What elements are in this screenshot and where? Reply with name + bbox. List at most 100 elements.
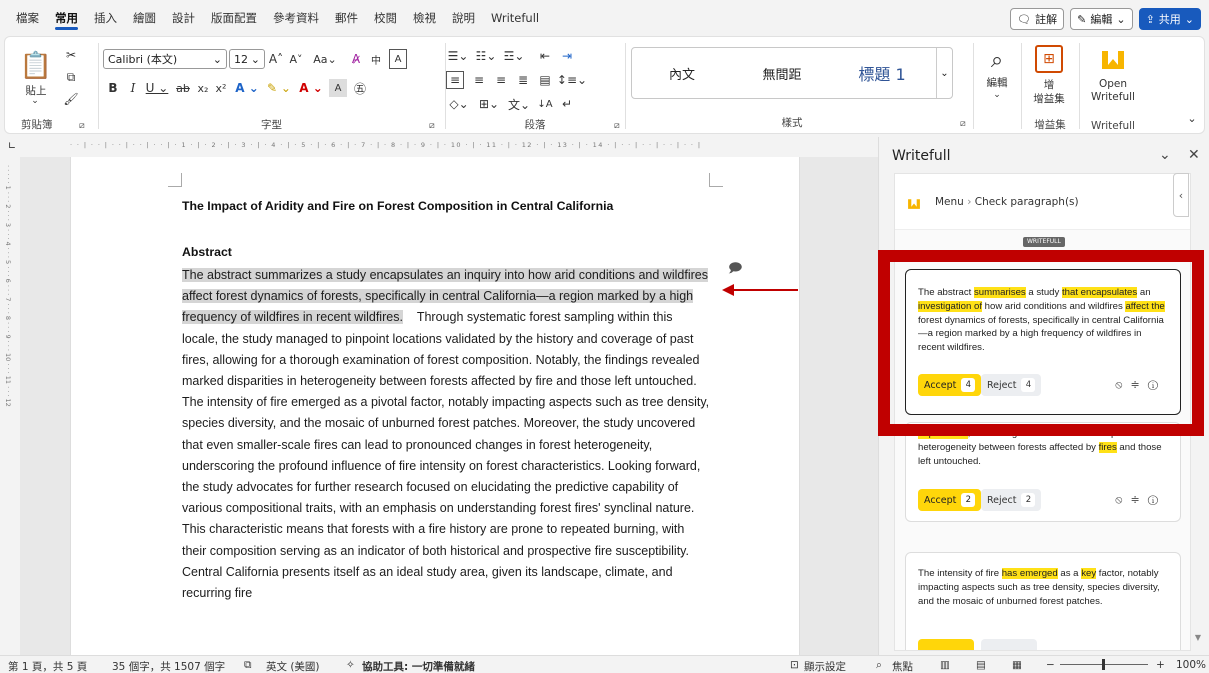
tab-5[interactable]: 版面配置 (203, 0, 265, 36)
page-count[interactable]: 第 1 頁，共 5 頁 (8, 659, 87, 673)
collapse-panel-button[interactable]: ‹ (1173, 173, 1189, 217)
dialog-launcher-icon[interactable]: ⧄ (960, 119, 966, 129)
ignore-icon[interactable]: ⦸ (1115, 493, 1130, 506)
addins-button-top[interactable]: 增 (1031, 77, 1067, 91)
proofing-icon[interactable]: ⧉ (244, 659, 252, 672)
style-heading-1[interactable]: 標題 1 (832, 48, 932, 98)
editing-button[interactable]: 編輯 (979, 75, 1015, 89)
accessibility-status[interactable]: 協助工具: 一切準備就緒 (362, 659, 475, 673)
clear-formatting-icon[interactable]: A̷ (347, 49, 365, 69)
zoom-slider-thumb[interactable] (1102, 659, 1105, 670)
dialog-launcher-icon[interactable]: ⧄ (429, 121, 435, 131)
strikethrough-icon[interactable]: ab (173, 79, 193, 97)
display-settings[interactable]: 顯示設定 (804, 659, 846, 673)
document-title[interactable]: The Impact of Aridity and Fire on Forest… (182, 199, 613, 213)
subscript-icon[interactable]: x₂ (195, 79, 211, 97)
character-border-icon[interactable]: A (389, 49, 407, 69)
reject-button[interactable]: Reject 2 (981, 489, 1042, 511)
change-case-icon[interactable]: Aa⌄ (309, 49, 341, 69)
italic-icon[interactable]: I (125, 79, 141, 97)
tab-7[interactable]: 郵件 (327, 0, 366, 36)
decrease-indent-icon[interactable]: ⇤ (536, 47, 554, 65)
zoom-in-icon[interactable]: + (1156, 659, 1165, 671)
grow-font-icon[interactable]: A˄ (267, 49, 285, 69)
tab-9[interactable]: 檢視 (405, 0, 444, 36)
open-writefull-button[interactable]: Open Writefull (1081, 77, 1145, 105)
borders-icon[interactable]: ⊞⌄ (476, 95, 502, 113)
format-painter-icon[interactable]: 🖌 (63, 91, 79, 107)
character-shading-icon[interactable]: A (329, 79, 347, 97)
edit-mode-button[interactable]: ✎ 編輯 ⌄ (1070, 8, 1133, 30)
compare-icon[interactable]: ≑ (1130, 378, 1147, 391)
abstract-body[interactable]: The abstract summarizes a study encapsul… (182, 265, 712, 604)
scroll-down-icon[interactable]: ▼ (1193, 632, 1203, 642)
highlight-color-icon[interactable]: ✎ ⌄ (265, 79, 293, 97)
close-icon[interactable]: ✕ (1188, 147, 1200, 163)
suggestion-card[interactable]: The intensity of fire has emerged as a k… (905, 552, 1181, 650)
abstract-heading[interactable]: Abstract (182, 245, 232, 259)
increase-indent-icon[interactable]: ⇥ (558, 47, 576, 65)
chevron-down-icon[interactable]: ⌄ (936, 48, 952, 98)
suggested-change[interactable]: that encapsulates (1061, 287, 1138, 298)
writefull-logo-icon[interactable] (1099, 43, 1127, 73)
style-normal[interactable]: 內文 (632, 48, 732, 98)
document-page[interactable]: The Impact of Aridity and Fire on Forest… (70, 157, 800, 655)
reject-button[interactable] (981, 639, 1037, 650)
focus-mode[interactable]: 焦點 (892, 659, 913, 673)
font-size-select[interactable]: 12 ⌄ (229, 49, 265, 69)
align-left-icon[interactable]: ≡ (446, 71, 464, 89)
suggested-change[interactable]: fires (1098, 441, 1117, 453)
font-color-icon[interactable]: A ⌄ (297, 79, 325, 97)
align-center-icon[interactable]: ≡ (470, 71, 488, 89)
cut-icon[interactable]: ✂ (63, 47, 79, 63)
numbering-icon[interactable]: ☷⌄ (474, 47, 498, 65)
style-no-spacing[interactable]: 無間距 (732, 48, 832, 98)
tab-6[interactable]: 參考資料 (265, 0, 327, 36)
info-icon[interactable]: ⓘ (1148, 493, 1166, 506)
tab-2[interactable]: 插入 (86, 0, 125, 36)
word-count[interactable]: 35 個字，共 1507 個字 (112, 659, 225, 673)
distributed-icon[interactable]: ▤ (536, 71, 554, 89)
shading-icon[interactable]: ◇⌄ (446, 95, 472, 113)
zoom-level[interactable]: 100% (1176, 659, 1206, 671)
chevron-down-icon[interactable]: ⌄ (25, 95, 45, 107)
line-spacing-icon[interactable]: ↕≡⌄ (557, 71, 587, 89)
dialog-launcher-icon[interactable]: ⧄ (614, 121, 620, 131)
language[interactable]: 英文 (美國) (266, 659, 320, 673)
chevron-down-icon[interactable]: ⌄ (1159, 147, 1171, 163)
addins-button[interactable]: 增益集 (1027, 91, 1071, 105)
multilevel-list-icon[interactable]: ☲⌄ (502, 47, 526, 65)
read-mode-icon[interactable]: ▥ (940, 659, 950, 671)
font-name-select[interactable]: Calibri (本文) ⌄ (103, 49, 227, 69)
tab-1[interactable]: 常用 (47, 0, 86, 36)
web-layout-icon[interactable]: ▦ (1012, 659, 1022, 671)
text-effects-icon[interactable]: A ⌄ (233, 79, 261, 97)
underline-icon[interactable]: U ⌄ (145, 79, 169, 97)
tab-10[interactable]: 說明 (444, 0, 483, 36)
tab-8[interactable]: 校閱 (366, 0, 405, 36)
collapse-ribbon-icon[interactable]: ⌄ (1185, 111, 1199, 125)
comment-marker-icon[interactable]: 🗩 (728, 259, 742, 281)
search-icon[interactable]: ⌕ (981, 45, 1013, 75)
copy-icon[interactable]: ⧉ (63, 69, 79, 85)
zoom-out-icon[interactable]: − (1046, 659, 1055, 671)
menu-link[interactable]: Menu (935, 196, 964, 208)
suggested-change[interactable]: has emerged (1001, 568, 1058, 579)
info-icon[interactable]: ⓘ (1148, 378, 1166, 391)
enclose-character-icon[interactable]: ㊄ (351, 79, 369, 97)
paragraph-text[interactable]: Through systematic forest sampling withi… (182, 310, 709, 600)
suggested-change[interactable]: key (1081, 568, 1097, 579)
bullets-icon[interactable]: ☰⌄ (446, 47, 470, 65)
chevron-down-icon[interactable]: ⌄ (987, 89, 1007, 101)
show-marks-icon[interactable]: ↵ (558, 95, 576, 113)
suggested-change[interactable]: summarises (974, 287, 1026, 298)
tab-0[interactable]: 檔案 (8, 0, 47, 36)
bold-icon[interactable]: B (105, 79, 121, 97)
reject-button[interactable]: Reject 4 (981, 374, 1042, 396)
shrink-font-icon[interactable]: A˅ (287, 49, 305, 69)
suggestion-card[interactable]: In particular, the findings revealed mar… (905, 422, 1181, 522)
superscript-icon[interactable]: x² (213, 79, 229, 97)
justify-icon[interactable]: ≣ (514, 71, 532, 89)
accept-button[interactable]: Accept 4 (918, 374, 982, 396)
share-button[interactable]: ⇪ 共用 ⌄ (1138, 8, 1201, 30)
